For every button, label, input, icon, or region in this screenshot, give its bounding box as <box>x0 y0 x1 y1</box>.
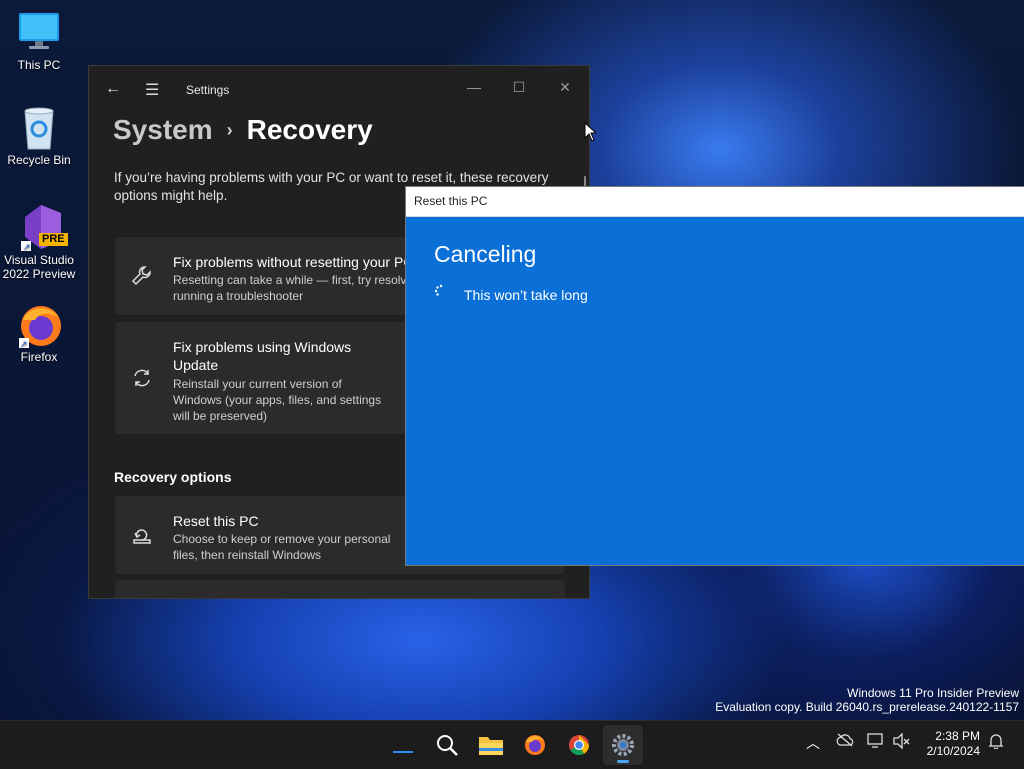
clock-date: 2/10/2024 <box>926 744 980 758</box>
pre-badge: PRE <box>39 233 68 246</box>
desktop-icon-label: Firefox <box>20 350 58 364</box>
wrench-icon <box>131 265 153 293</box>
start-icon[interactable] <box>383 725 423 765</box>
chrome-icon[interactable] <box>559 725 599 765</box>
dialog-heading: Canceling <box>434 241 537 267</box>
section-title: Recovery options <box>114 469 232 485</box>
mouse-cursor-icon <box>584 122 596 142</box>
hamburger-menu-icon[interactable]: ☰ <box>145 80 159 100</box>
breadcrumb: System › Recovery <box>113 114 373 146</box>
network-icon[interactable] <box>867 733 885 752</box>
card-title: Fix problems without resetting your PC <box>173 254 414 270</box>
close-button[interactable]: ✕ <box>545 72 585 102</box>
recycle-bin-icon <box>17 105 61 150</box>
reset-pc-icon <box>131 524 153 552</box>
show-hidden-icons-chevron-icon[interactable]: ︿ <box>806 733 820 753</box>
onedrive-cloud-icon[interactable] <box>836 733 854 750</box>
card-title: Update <box>173 357 219 373</box>
loading-spinner-icon <box>434 284 443 296</box>
taskbar: ︿ 2:38 PM 2/10/2024 <box>0 720 1024 769</box>
card-desc: Choose to keep or remove your personal <box>173 532 391 546</box>
firefox-icon: ↗ <box>17 302 61 350</box>
reset-this-pc-dialog: Reset this PC Canceling This won’t take … <box>405 186 1024 566</box>
volume-muted-icon[interactable] <box>893 732 911 752</box>
page-title: Recovery <box>246 114 373 145</box>
minimize-button[interactable]: — <box>454 72 494 102</box>
chevron-right-icon: › <box>226 119 233 140</box>
card-desc: Windows (your apps, files, and settings <box>173 393 382 407</box>
watermark-line: Evaluation copy. Build 26040.rs_prerelea… <box>715 700 1019 714</box>
recovery-option-card-partial[interactable] <box>115 580 565 598</box>
desktop-icon-recycle-bin[interactable]: Recycle Bin <box>0 105 78 167</box>
firefox-icon[interactable] <box>515 725 555 765</box>
sync-icon <box>131 367 153 395</box>
back-arrow-icon[interactable]: ← <box>105 80 121 98</box>
watermark-line: Windows 11 Pro Insider Preview <box>847 686 1019 700</box>
notification-bell-icon[interactable] <box>988 733 1004 752</box>
dialog-title: Reset this PC <box>406 187 1024 217</box>
clock-time: 2:38 PM <box>935 729 980 743</box>
title-bar: ← ☰ Settings — ☐ ✕ <box>89 66 589 114</box>
card-title: Fix problems using Windows <box>173 339 352 355</box>
active-app-indicator <box>617 760 629 763</box>
maximize-button[interactable]: ☐ <box>499 72 539 102</box>
card-desc: will be preserved) <box>173 409 268 423</box>
desktop-icon-label: 2022 Preview <box>2 267 76 281</box>
svg-text:↗: ↗ <box>23 243 31 253</box>
desktop-icon-label: Recycle Bin <box>7 153 71 167</box>
settings-icon[interactable] <box>603 725 643 765</box>
dialog-subtext: This won’t take long <box>464 287 588 303</box>
system-clock[interactable]: 2:38 PM 2/10/2024 <box>927 729 980 759</box>
svg-text:↗: ↗ <box>20 340 28 350</box>
card-desc: files, then reinstall Windows <box>173 548 322 562</box>
evaluation-watermark: Windows 11 Pro Insider Preview Evaluatio… <box>715 686 1019 714</box>
desktop-icon-label: This PC <box>17 58 61 72</box>
desktop-icon-label: Visual Studio <box>4 253 74 267</box>
visual-studio-icon: ↗ PRE <box>17 203 68 253</box>
breadcrumb-system-link[interactable]: System <box>113 114 213 146</box>
desktop-icon-this-pc[interactable]: This PC <box>0 10 78 72</box>
monitor-icon <box>17 10 61 54</box>
search-icon[interactable] <box>427 725 467 765</box>
file-explorer-icon[interactable] <box>471 725 511 765</box>
card-title: Reset this PC <box>173 513 259 529</box>
card-desc: running a troubleshooter <box>173 289 304 303</box>
dialog-body: Canceling This won’t take long <box>406 217 1024 565</box>
card-desc: Reinstall your current version of <box>173 377 342 391</box>
desktop-icon-visual-studio[interactable]: ↗ PRE Visual Studio 2022 Preview <box>0 203 78 281</box>
desktop-icon-firefox[interactable]: ↗ Firefox <box>0 302 78 364</box>
app-title: Settings <box>186 83 230 97</box>
